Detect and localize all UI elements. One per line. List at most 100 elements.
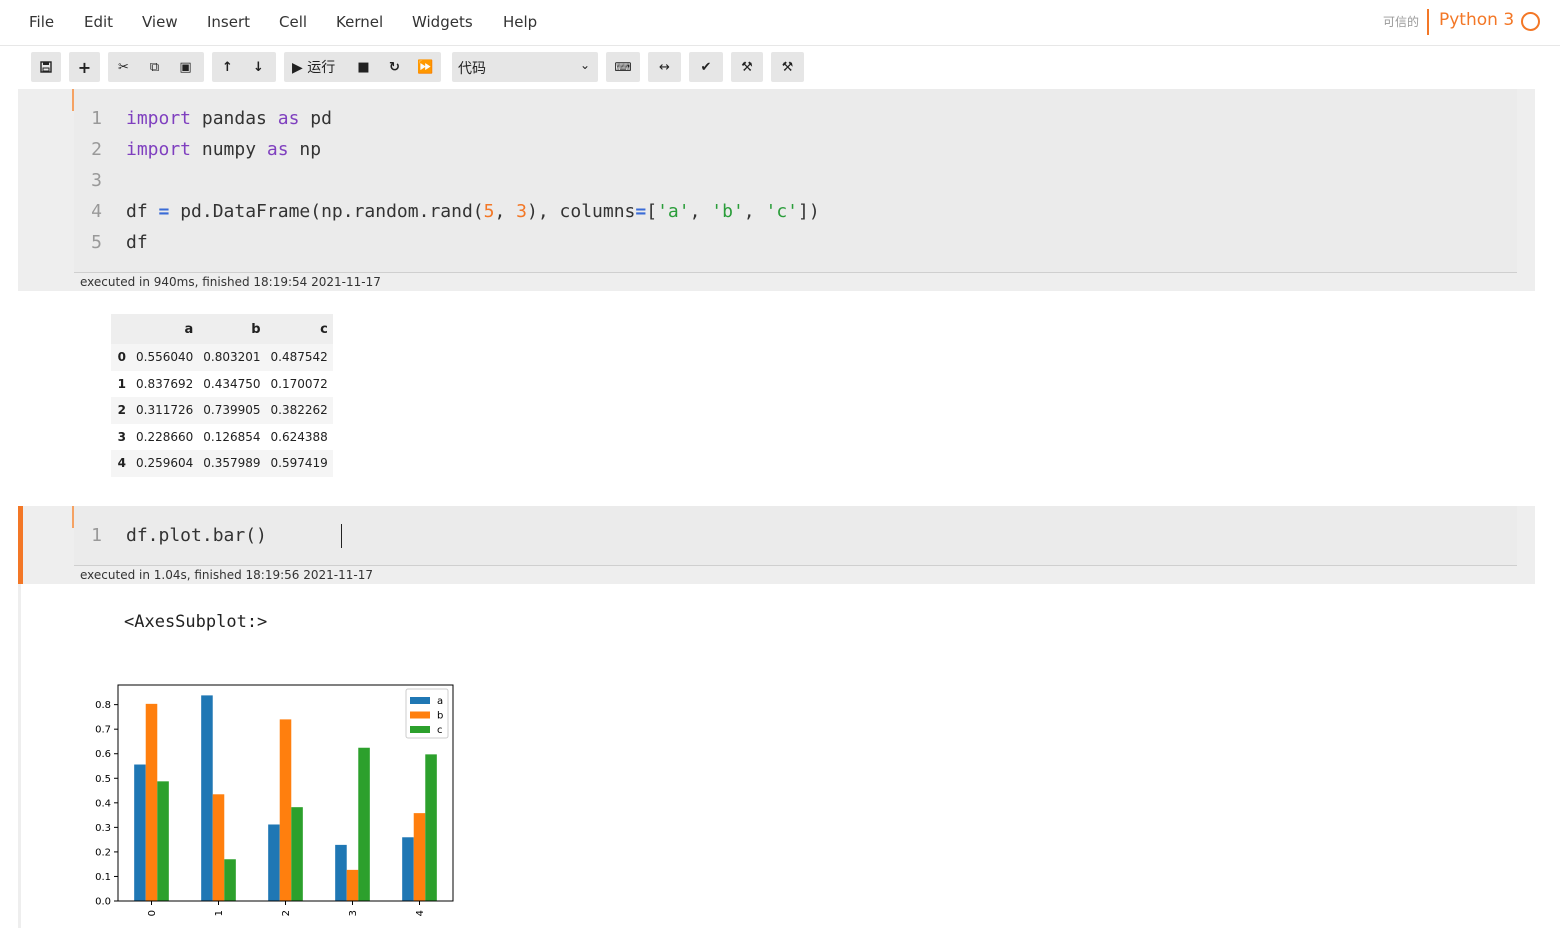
cell-1-gutter: 1 2 3 4 5 <box>74 89 114 272</box>
table-cell: 0.624388 <box>265 423 333 450</box>
run-button[interactable]: ▶ 运行 <box>284 57 348 77</box>
y-tick-label: 0.4 <box>95 798 111 809</box>
kernel-idle-icon <box>1521 12 1540 31</box>
line-number: 4 <box>91 201 102 222</box>
x-tick-label: 0 <box>147 910 158 916</box>
menu-file[interactable]: File <box>29 13 54 31</box>
stop-icon[interactable]: ■ <box>348 52 379 82</box>
bar <box>268 824 280 901</box>
table-cell: 0.382262 <box>265 397 333 424</box>
save-icon <box>40 61 52 73</box>
table-row: 0 0.556040 0.803201 0.487542 <box>111 344 333 371</box>
y-tick-label: 0.8 <box>95 700 111 711</box>
cell-2-gutter: 1 <box>74 506 114 565</box>
table-row: 3 0.228660 0.126854 0.624388 <box>111 423 333 450</box>
table-cell: 0.311726 <box>131 397 199 424</box>
paste-icon[interactable]: ▣ <box>170 52 201 82</box>
arrow-down-icon[interactable]: ↓ <box>243 52 274 82</box>
x-tick-label: 1 <box>214 910 225 916</box>
plus-icon: + <box>77 57 92 77</box>
cell-2-exec-info: executed in 1.04s, finished 18:19:56 202… <box>80 568 373 582</box>
check-icon: ✔ <box>700 59 712 75</box>
code-line-1: import pandas as pd <box>126 108 332 129</box>
table-cell: 0.556040 <box>131 344 199 371</box>
bar <box>425 754 437 901</box>
table-cell: 0.126854 <box>198 423 266 450</box>
cell-type-select[interactable]: 代码 ⌄ <box>452 52 598 82</box>
gavel-icon: ⚒ <box>781 59 794 75</box>
cell-type-value: 代码 <box>458 61 486 77</box>
table-header-cell: b <box>198 314 266 344</box>
gavel-button-1[interactable]: ⚒ <box>731 52 763 82</box>
fast-forward-icon[interactable]: ⏩ <box>410 52 441 82</box>
menu-edit[interactable]: Edit <box>84 13 113 31</box>
legend-swatch <box>410 697 430 704</box>
cell-2-output-text: <AxesSubplot:> <box>124 612 268 632</box>
x-tick-label: 2 <box>281 910 292 916</box>
copy-icon[interactable]: ⧉ <box>139 52 170 82</box>
menu-view[interactable]: View <box>142 13 178 31</box>
save-button[interactable] <box>31 52 61 82</box>
bar <box>358 747 370 901</box>
bar <box>134 764 146 901</box>
menu-kernel[interactable]: Kernel <box>336 13 383 31</box>
cut-icon[interactable]: ✂ <box>108 52 139 82</box>
legend-swatch <box>410 711 430 719</box>
table-cell: 0.739905 <box>198 397 266 424</box>
row-index: 3 <box>111 423 131 450</box>
trusted-indicator[interactable]: 可信的 <box>1383 13 1419 30</box>
menu-cell[interactable]: Cell <box>279 13 307 31</box>
bar <box>335 844 347 901</box>
line-number: 1 <box>91 108 102 129</box>
table-cell: 0.803201 <box>198 344 266 371</box>
arrow-up-icon[interactable]: ↑ <box>212 52 243 82</box>
run-button-group: ▶ 运行 ■ ↻ ⏩ <box>284 52 441 82</box>
x-tick-label: 4 <box>415 910 426 916</box>
table-header-row: a b c <box>111 314 333 344</box>
table-cell: 0.434750 <box>198 370 266 397</box>
keyboard-button[interactable]: ⌨ <box>606 52 640 82</box>
table-header-cell: a <box>131 314 199 344</box>
y-tick-label: 0.7 <box>95 725 111 736</box>
check-button[interactable]: ✔ <box>689 52 723 82</box>
code-line-2: import numpy as np <box>126 139 322 160</box>
bar <box>157 781 169 901</box>
legend-label: c <box>437 725 443 736</box>
menu-help[interactable]: Help <box>503 13 537 31</box>
restart-icon[interactable]: ↻ <box>379 52 410 82</box>
legend-swatch <box>410 726 430 733</box>
toolbar: + ✂ ⧉ ▣ ↑ ↓ ▶ 运行 ■ ↻ ⏩ 代码 ⌄ ⌨ ↔ ✔ ⚒ ⚒ <box>0 47 1560 89</box>
y-tick-label: 0.5 <box>95 774 111 785</box>
line-number: 2 <box>91 139 102 160</box>
insert-cell-button[interactable]: + <box>69 52 100 82</box>
edit-button-group: ✂ ⧉ ▣ <box>108 52 204 82</box>
table-cell: 0.228660 <box>131 423 199 450</box>
y-tick-label: 0.2 <box>95 847 111 858</box>
bar <box>201 695 213 901</box>
row-index: 1 <box>111 370 131 397</box>
table-header-cell: c <box>265 314 333 344</box>
code-line-1: df.plot.bar() <box>126 525 267 546</box>
table-row: 1 0.837692 0.434750 0.170072 <box>111 370 333 397</box>
legend-label: a <box>437 696 443 707</box>
bar <box>279 719 292 901</box>
legend-label: b <box>437 711 443 722</box>
arrows-h-icon: ↔ <box>659 59 670 75</box>
cell-1-exec-info: executed in 940ms, finished 18:19:54 202… <box>80 275 381 289</box>
expand-button[interactable]: ↔ <box>648 52 681 82</box>
keyboard-icon: ⌨ <box>614 60 632 74</box>
gavel-button-2[interactable]: ⚒ <box>771 52 804 82</box>
menu-insert[interactable]: Insert <box>207 13 250 31</box>
line-number: 1 <box>91 525 102 546</box>
menu-bar: File Edit View Insert Cell Kernel Widget… <box>0 0 1560 46</box>
cell-2-output-border <box>18 584 21 928</box>
kernel-name[interactable]: Python 3 <box>1439 10 1514 30</box>
move-button-group: ↑ ↓ <box>212 52 276 82</box>
code-line-5: df <box>126 232 148 253</box>
cell-1-editor[interactable]: 1 2 3 4 5 import pandas as pd import num… <box>74 89 1517 273</box>
table-cell: 0.597419 <box>265 450 333 477</box>
cell-2-editor[interactable]: 1 df.plot.bar() <box>74 506 1517 566</box>
chevron-down-icon: ⌄ <box>579 58 590 72</box>
menu-widgets[interactable]: Widgets <box>412 13 473 31</box>
table-cell: 0.487542 <box>265 344 333 371</box>
